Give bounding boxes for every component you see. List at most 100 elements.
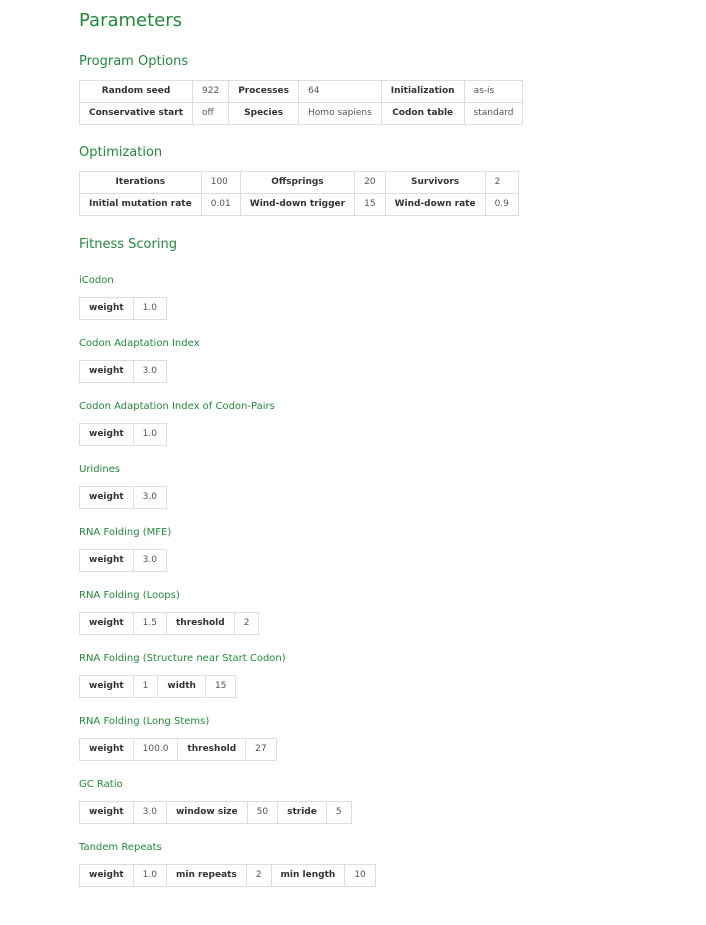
param-value-window-size: 50 bbox=[246, 801, 279, 824]
param-value-survivors: 2 bbox=[484, 171, 519, 194]
param-label-initial-mutation-rate: Initial mutation rate bbox=[79, 193, 202, 216]
param-label-threshold: threshold bbox=[177, 738, 247, 761]
scorer-params-row: weight 1 width 15 bbox=[79, 675, 237, 698]
scorer-codon-adaptation-index: Codon Adaptation Index weight 3.0 bbox=[79, 337, 706, 383]
scorer-title: Codon Adaptation Index bbox=[79, 338, 200, 349]
scorer-title: Codon Adaptation Index of Codon-Pairs bbox=[79, 401, 275, 412]
param-label-width: width bbox=[157, 675, 206, 698]
scorer-params-row: weight 100.0 threshold 27 bbox=[79, 738, 277, 761]
scorer-params-table: weight 1.0 bbox=[79, 297, 167, 320]
page-title: Parameters bbox=[79, 10, 183, 31]
scorer-params-row: weight 1.5 threshold 2 bbox=[79, 612, 260, 635]
param-label-weight: weight bbox=[79, 675, 134, 698]
param-value-weight: 1.5 bbox=[132, 612, 167, 635]
param-value-threshold: 2 bbox=[233, 612, 260, 635]
optimization-row: Iterations 100 Offsprings 20 Survivors 2 bbox=[79, 171, 519, 194]
param-value-min-length: 10 bbox=[344, 864, 376, 887]
scorer-rna-folding-long-stems: RNA Folding (Long Stems) weight 100.0 thres… bbox=[79, 715, 706, 761]
program-options-row: Random seed 922 Processes 64 Initialization a… bbox=[79, 80, 524, 103]
scorer-icodon: iCodon weight 1.0 bbox=[79, 274, 706, 320]
scorer-params-row: weight 3.0 bbox=[79, 549, 167, 572]
scorer-title: GC Ratio bbox=[79, 779, 123, 790]
scorer-params-table: weight 3.0 window size 50 stride 5 bbox=[79, 801, 352, 824]
param-label-weight: weight bbox=[79, 801, 134, 824]
param-label-weight: weight bbox=[79, 864, 134, 887]
scorer-params-table: weight 3.0 bbox=[79, 549, 167, 572]
scorer-title: RNA Folding (Loops) bbox=[79, 590, 180, 601]
param-value-codon-table: standard bbox=[463, 102, 524, 125]
scorer-params-row: weight 3.0 bbox=[79, 486, 167, 509]
param-value-threshold: 27 bbox=[245, 738, 277, 761]
param-value-weight: 1.0 bbox=[132, 423, 167, 446]
param-label-species: Species bbox=[228, 102, 300, 125]
param-value-conservative-start: off bbox=[191, 102, 230, 125]
param-label-iterations: Iterations bbox=[79, 171, 202, 194]
param-label-weight: weight bbox=[79, 549, 134, 572]
scorer-params-row: weight 3.0 bbox=[79, 360, 167, 383]
param-value-weight: 1.0 bbox=[132, 297, 167, 320]
param-value-weight: 1 bbox=[132, 675, 159, 698]
param-value-species: Homo sapiens bbox=[298, 102, 382, 125]
scorer-params-table: weight 1.0 min repeats 2 min length 10 bbox=[79, 864, 376, 887]
section-heading-optimization: Optimization bbox=[79, 145, 163, 160]
param-label-window-size: window size bbox=[165, 801, 248, 824]
optimization-table: Iterations 100 Offsprings 20 Survivors 2 Initi… bbox=[79, 171, 519, 216]
param-value-stride: 5 bbox=[325, 801, 352, 824]
scorer-params-table: weight 1.5 threshold 2 bbox=[79, 612, 260, 635]
param-label-threshold: threshold bbox=[165, 612, 235, 635]
fitness-scorer-list: iCodon weight 1.0 Codon Adaptation Index wei… bbox=[79, 274, 706, 887]
scorer-uridines: Uridines weight 3.0 bbox=[79, 463, 706, 509]
scorer-title: RNA Folding (Structure near Start Codon) bbox=[79, 653, 286, 664]
scorer-title: iCodon bbox=[79, 275, 114, 286]
scorer-title: RNA Folding (Long Stems) bbox=[79, 716, 210, 727]
param-value-iterations: 100 bbox=[200, 171, 241, 194]
param-label-codon-table: Codon table bbox=[380, 102, 465, 125]
param-value-random-seed: 922 bbox=[191, 80, 230, 103]
scorer-params-row: weight 3.0 window size 50 stride 5 bbox=[79, 801, 352, 824]
scorer-gc-ratio: GC Ratio weight 3.0 window size 50 stride 5 bbox=[79, 778, 706, 824]
scorer-params-row: weight 1.0 min repeats 2 min length 10 bbox=[79, 864, 376, 887]
param-value-weight: 100.0 bbox=[132, 738, 179, 761]
param-label-initialization: Initialization bbox=[380, 80, 465, 103]
param-value-width: 15 bbox=[204, 675, 237, 698]
param-label-weight: weight bbox=[79, 360, 134, 383]
param-label-weight: weight bbox=[79, 297, 134, 320]
scorer-title: Tandem Repeats bbox=[79, 842, 162, 853]
param-value-min-repeats: 2 bbox=[245, 864, 272, 887]
scorer-params-table: weight 1 width 15 bbox=[79, 675, 237, 698]
parameters-page: Parameters Program Options Random seed 92… bbox=[0, 0, 706, 887]
param-label-weight: weight bbox=[79, 738, 134, 761]
param-label-weight: weight bbox=[79, 612, 134, 635]
param-value-offsprings: 20 bbox=[354, 171, 386, 194]
scorer-tandem-repeats: Tandem Repeats weight 1.0 min repeats 2 min l… bbox=[79, 841, 706, 887]
param-label-conservative-start: Conservative start bbox=[79, 102, 193, 125]
param-value-processes: 64 bbox=[298, 80, 382, 103]
param-value-initial-mutation-rate: 0.01 bbox=[200, 193, 241, 216]
param-label-weight: weight bbox=[79, 423, 134, 446]
scorer-params-table: weight 3.0 bbox=[79, 360, 167, 383]
scorer-title: RNA Folding (MFE) bbox=[79, 527, 172, 538]
scorer-codon-adaptation-index-of-codon-pairs: Codon Adaptation Index of Codon-Pairs wei… bbox=[79, 400, 706, 446]
param-value-wind-down-rate: 0.9 bbox=[484, 193, 519, 216]
program-options-table: Random seed 922 Processes 64 Initialization a… bbox=[79, 80, 524, 125]
param-label-wind-down-rate: Wind-down rate bbox=[384, 193, 486, 216]
scorer-params-table: weight 3.0 bbox=[79, 486, 167, 509]
section-heading-fitness-scoring: Fitness Scoring bbox=[79, 237, 177, 252]
scorer-params-table: weight 100.0 threshold 27 bbox=[79, 738, 277, 761]
scorer-params-table: weight 1.0 bbox=[79, 423, 167, 446]
param-value-weight: 3.0 bbox=[132, 801, 167, 824]
section-heading-program-options: Program Options bbox=[79, 54, 189, 69]
param-label-survivors: Survivors bbox=[384, 171, 486, 194]
param-value-weight: 3.0 bbox=[132, 360, 167, 383]
scorer-params-row: weight 1.0 bbox=[79, 423, 167, 446]
param-label-weight: weight bbox=[79, 486, 134, 509]
param-value-weight: 1.0 bbox=[132, 864, 167, 887]
param-label-wind-down-trigger: Wind-down trigger bbox=[239, 193, 356, 216]
param-value-wind-down-trigger: 15 bbox=[354, 193, 386, 216]
param-label-processes: Processes bbox=[228, 80, 300, 103]
param-label-stride: stride bbox=[277, 801, 327, 824]
param-label-min-repeats: min repeats bbox=[165, 864, 247, 887]
param-value-weight: 3.0 bbox=[132, 549, 167, 572]
param-value-weight: 3.0 bbox=[132, 486, 167, 509]
scorer-rna-folding-mfe: RNA Folding (MFE) weight 3.0 bbox=[79, 526, 706, 572]
